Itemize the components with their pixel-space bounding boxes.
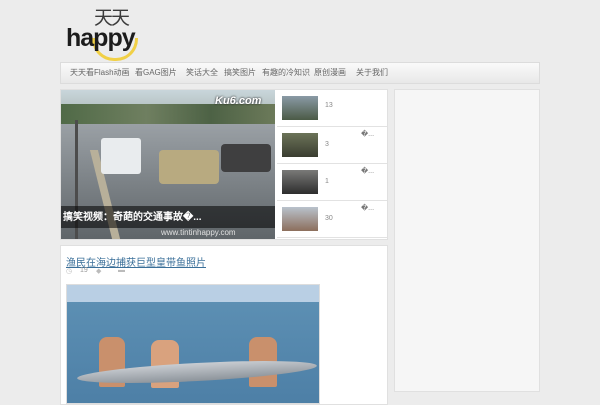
site-url-watermark: www.tintinhappy.com [161,228,236,237]
featured-side-item[interactable]: 13 [277,90,387,127]
side-thumbnail[interactable] [282,133,318,157]
side-item-count: 13 [325,102,333,109]
site-logo[interactable]: 天天 happy [66,8,152,61]
side-item-title[interactable]: �... [361,130,374,138]
comment-icon[interactable]: ▬ [118,267,125,274]
side-item-count: 3 [325,141,329,148]
featured-main-thumbnail[interactable]: Ku6.com 搞笑视频：奇葩的交通事故�... www.tintinhappy… [61,90,275,239]
nav-item-gag[interactable]: 看GAG图片 [135,63,177,83]
nav-item-flash[interactable]: 天天看Flash动画 [70,63,130,83]
post-card: 渔民在海边捕获巨型皇带鱼照片 ◷ 19 ◆ ▬ [60,245,388,405]
nav-item-jokes[interactable]: 笑话大全 [186,63,218,83]
post-image[interactable] [66,284,320,404]
video-watermark: Ku6.com [215,95,262,107]
nav-item-comics[interactable]: 原创漫画 [314,63,346,83]
featured-slider: Ku6.com 搞笑视频：奇葩的交通事故�... www.tintinhappy… [60,89,388,240]
side-item-title[interactable]: �... [361,204,374,212]
side-thumbnail[interactable] [282,207,318,231]
featured-side-item[interactable]: �... 30 [277,201,387,238]
nav-item-about[interactable]: 关于我们 [356,63,388,83]
nav-item-trivia[interactable]: 有趣的冷知识 [262,63,310,83]
site-header: 天天 happy [0,0,600,62]
main-nav: 天天看Flash动画 看GAG图片 笑话大全 搞笑图片 有趣的冷知识 原创漫画 … [60,62,540,84]
post-view-count: 19 [80,267,88,274]
side-thumbnail[interactable] [282,170,318,194]
nav-item-funny-pics[interactable]: 搞笑图片 [224,63,256,83]
side-item-count: 1 [325,178,329,185]
clock-icon: ◷ [66,268,73,275]
right-sidebar [394,89,540,392]
side-item-count: 30 [325,215,333,222]
featured-side-item[interactable]: �... 3 [277,127,387,164]
side-thumbnail[interactable] [282,96,318,120]
featured-side-item[interactable]: �... 1 [277,164,387,201]
side-item-title[interactable]: �... [361,167,374,175]
featured-caption[interactable]: 搞笑视频：奇葩的交通事故�... [63,208,202,223]
logo-english-text: happy [66,24,136,52]
tag-icon[interactable]: ◆ [96,267,101,275]
featured-side-list: 13 �... 3 �... 1 �... 30 [277,90,387,239]
